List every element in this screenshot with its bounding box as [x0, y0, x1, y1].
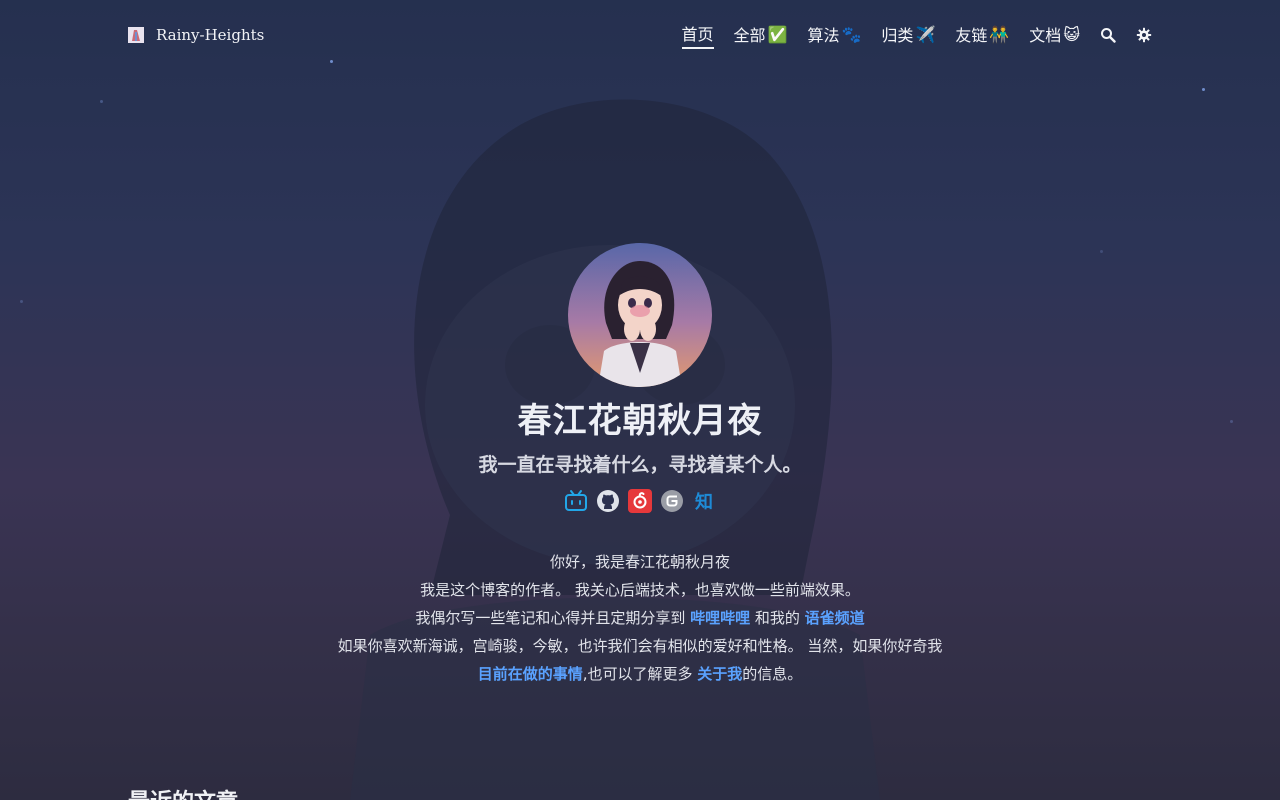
- star: [1202, 88, 1205, 91]
- cat-face-icon: 😺: [1063, 24, 1080, 44]
- nav-home-label: 首页: [681, 25, 714, 44]
- nav-categories[interactable]: 归类 ✈️: [881, 22, 935, 48]
- intro-line-3-mid: 和我的: [750, 609, 805, 627]
- intro-line-3: 我偶尔写一些笔记和心得并且定期分享到 哔哩哔哩 和我的 语雀频道: [0, 604, 1280, 632]
- brand-name: Rainy-Heights: [156, 26, 265, 44]
- gitee-icon[interactable]: [660, 489, 684, 513]
- nav-all-label: 全部: [733, 26, 766, 45]
- intro-text: 你好，我是春江花朝秋月夜 我是这个博客的作者。 我关心后端技术，也喜欢做一些前端…: [0, 548, 1280, 688]
- brand-logo-icon: [128, 27, 144, 43]
- nav-links: 首页 全部 ✅ 算法 🐾 归类 ✈️ 友链 👬 文档 😺: [681, 21, 1152, 49]
- intro-line-1: 你好，我是春江花朝秋月夜: [549, 553, 730, 571]
- intro-line-3-prefix: 我偶尔写一些笔记和心得并且定期分享到: [415, 609, 691, 627]
- gear-icon[interactable]: [1136, 27, 1152, 43]
- intro-line-2: 我是这个博客的作者。 我关心后端技术，也喜欢做一些前端效果。: [420, 581, 860, 599]
- intro-line-5-suffix: 的信息。: [742, 665, 803, 683]
- brand[interactable]: Rainy-Heights: [128, 26, 264, 44]
- star: [100, 100, 103, 103]
- page-title: 春江花朝秋月夜: [517, 401, 763, 441]
- nav-algorithm[interactable]: 算法 🐾: [807, 22, 861, 48]
- current-work-link[interactable]: 目前在做的事情: [478, 665, 583, 683]
- page-subtitle: 我一直在寻找着什么，寻找着某个人。: [478, 454, 802, 476]
- check-icon: ✅: [767, 24, 788, 44]
- github-icon[interactable]: [596, 489, 620, 513]
- intro-line-4: 如果你喜欢新海诚，宫崎骏，今敏，也许我们会有相似的爱好和性格。 当然，如果你好奇…: [337, 637, 943, 655]
- airplane-icon: ✈️: [915, 24, 936, 44]
- zhihu-icon[interactable]: 知: [692, 489, 716, 513]
- nav-all[interactable]: 全部 ✅: [734, 22, 788, 48]
- bilibili-icon[interactable]: [564, 489, 588, 513]
- nav-docs[interactable]: 文档 😺: [1029, 22, 1080, 48]
- bilibili-link[interactable]: 哔哩哔哩: [690, 609, 750, 627]
- nav-docs-label: 文档: [1029, 26, 1062, 45]
- search-icon[interactable]: [1100, 27, 1116, 43]
- nav-friends[interactable]: 友链 👬: [955, 22, 1009, 48]
- two-people-icon: 👬: [989, 24, 1010, 44]
- netease-music-icon[interactable]: [628, 489, 652, 513]
- about-me-link[interactable]: 关于我: [697, 665, 742, 683]
- paw-icon: 🐾: [841, 24, 862, 44]
- nav-friends-label: 友链: [955, 26, 988, 45]
- social-links: 知: [0, 489, 1280, 513]
- nav-algorithm-label: 算法: [807, 26, 840, 45]
- avatar[interactable]: [568, 243, 712, 387]
- recent-posts-heading: 最近的文章: [128, 784, 238, 800]
- yuque-link[interactable]: 语雀频道: [805, 609, 865, 627]
- top-navbar: Rainy-Heights 首页 全部 ✅ 算法 🐾 归类 ✈️ 友链 👬 文档…: [0, 0, 1280, 70]
- nav-home[interactable]: 首页: [681, 21, 714, 49]
- hero-section: 春江花朝秋月夜 我一直在寻找着什么，寻找着某个人。 知: [0, 243, 1280, 513]
- intro-line-5: 目前在做的事情,也可以了解更多 关于我的信息。: [0, 660, 1280, 688]
- intro-line-5-mid: ,也可以了解更多: [582, 665, 698, 683]
- nav-categories-label: 归类: [881, 26, 914, 45]
